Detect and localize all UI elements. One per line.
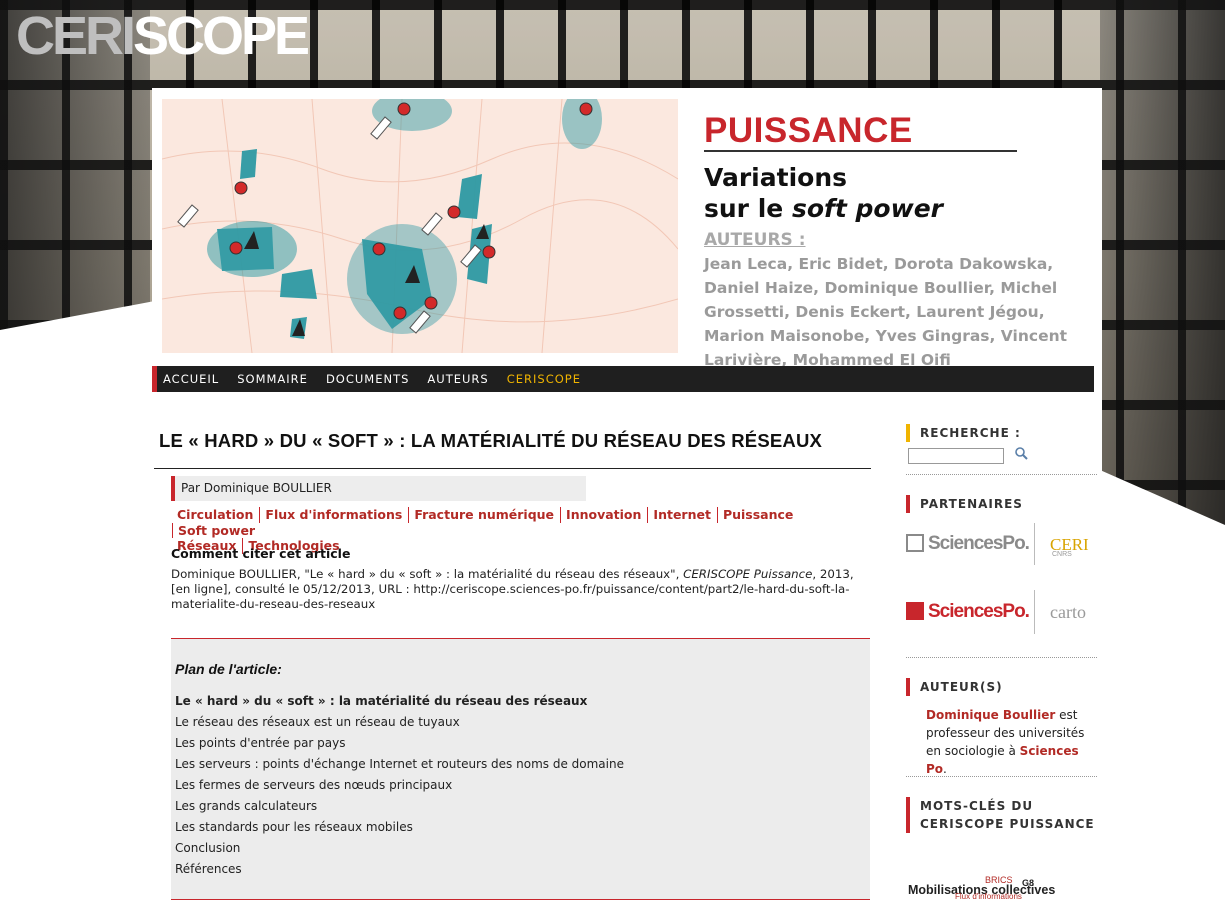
partners-heading: PARTENAIRES [906, 495, 1023, 513]
authors-label[interactable]: AUTEURS : [704, 230, 1094, 250]
tag-link[interactable]: Circulation [172, 507, 259, 523]
search-icon[interactable] [1014, 446, 1030, 462]
partner-divider [1034, 590, 1035, 634]
title-divider [704, 150, 1017, 152]
nav-item-documents[interactable]: DOCUMENTS [326, 372, 409, 386]
tag-link[interactable]: Innovation [560, 507, 647, 523]
plan-title: Plan de l'article: [175, 661, 282, 677]
plan-item[interactable]: Références [175, 859, 870, 880]
cite-heading: Comment citer cet article [171, 546, 351, 561]
keyword-link[interactable]: Flux d'informations [955, 892, 1022, 901]
plan-item[interactable]: Les fermes de serveurs des nœuds princip… [175, 775, 870, 796]
sidebar-divider [906, 474, 1097, 475]
article-byline: Par Dominique BOULLIER [171, 476, 586, 501]
main-nav: ACCUEIL SOMMAIRE DOCUMENTS AUTEURS CERISCOPE [152, 366, 1094, 392]
author-bio: Dominique Boullier est professeur des un… [926, 708, 1085, 776]
search-heading: RECHERCHE : [906, 424, 1021, 442]
tag-link[interactable]: Flux d'informations [259, 507, 408, 523]
tag-link[interactable]: Soft power [172, 522, 261, 538]
search-input[interactable] [908, 448, 1004, 464]
tag-link[interactable]: Puissance [716, 507, 799, 523]
partner-sciencespo-ceri[interactable]: SciencesPo. [906, 533, 1030, 555]
cite-text: Dominique BOULLIER, "Le « hard » du « so… [171, 567, 854, 611]
nav-item-auteurs[interactable]: AUTEURS [427, 372, 488, 386]
nav-item-sommaire[interactable]: SOMMAIRE [237, 372, 308, 386]
title-rule [154, 468, 871, 469]
article-plan: Plan de l'article: Le « hard » du « soft… [171, 638, 870, 900]
nav-item-accueil[interactable]: ACCUEIL [163, 372, 219, 386]
partner-ceri-logo[interactable]: CERI CNRS [1050, 535, 1089, 558]
sciencespo-red-logo-icon [906, 602, 924, 620]
sidebar-divider [906, 657, 1097, 658]
tag-link[interactable]: Fracture numérique [408, 507, 560, 523]
plan-item[interactable]: Les serveurs : points d'échange Internet… [175, 754, 870, 775]
plan-item[interactable]: Les grands calculateurs [175, 796, 870, 817]
article-title: LE « HARD » DU « SOFT » : LA MATÉRIALITÉ… [159, 430, 823, 451]
plan-item[interactable]: Les standards pour les réseaux mobiles [175, 817, 870, 838]
keywords-heading: MOTS-CLÉS DU CERISCOPE PUISSANCE [906, 797, 1095, 833]
hero-title-block: PUISSANCE Variations sur le soft power A… [704, 112, 1094, 372]
site-logo[interactable]: CERISCOPE [16, 6, 310, 66]
keyword-cloud: Mobilisations collectives BRICS G8 Flux … [905, 872, 1095, 903]
sidebar-divider [906, 776, 1097, 777]
partner-divider [1034, 523, 1035, 565]
plan-item[interactable]: Le « hard » du « soft » : la matérialité… [175, 691, 870, 712]
hero-map-image [162, 99, 678, 353]
keyword-link[interactable]: BRICS [985, 875, 1013, 885]
author-link[interactable]: Dominique Boullier [926, 708, 1055, 722]
plan-item[interactable]: Conclusion [175, 838, 870, 859]
authors-heading: AUTEUR(S) [906, 678, 1003, 696]
section-title: PUISSANCE [704, 111, 913, 150]
authors-list: Jean Leca, Eric Bidet, Dorota Dakowska, … [704, 255, 1068, 369]
plan-item[interactable]: Le réseau des réseaux est un réseau de t… [175, 712, 870, 733]
tag-link[interactable]: Internet [647, 507, 717, 523]
sciencespo-logo-icon [906, 534, 924, 552]
hero-subtitle: Variations sur le soft power [704, 163, 943, 223]
partner-carto-logo[interactable]: carto [1050, 602, 1086, 623]
plan-item[interactable]: Les points d'entrée par pays [175, 733, 870, 754]
partner-sciencespo-carto[interactable]: SciencesPo. [906, 601, 1030, 623]
nav-item-ceriscope[interactable]: CERISCOPE [507, 372, 581, 386]
keyword-link[interactable]: G8 [1022, 878, 1034, 888]
